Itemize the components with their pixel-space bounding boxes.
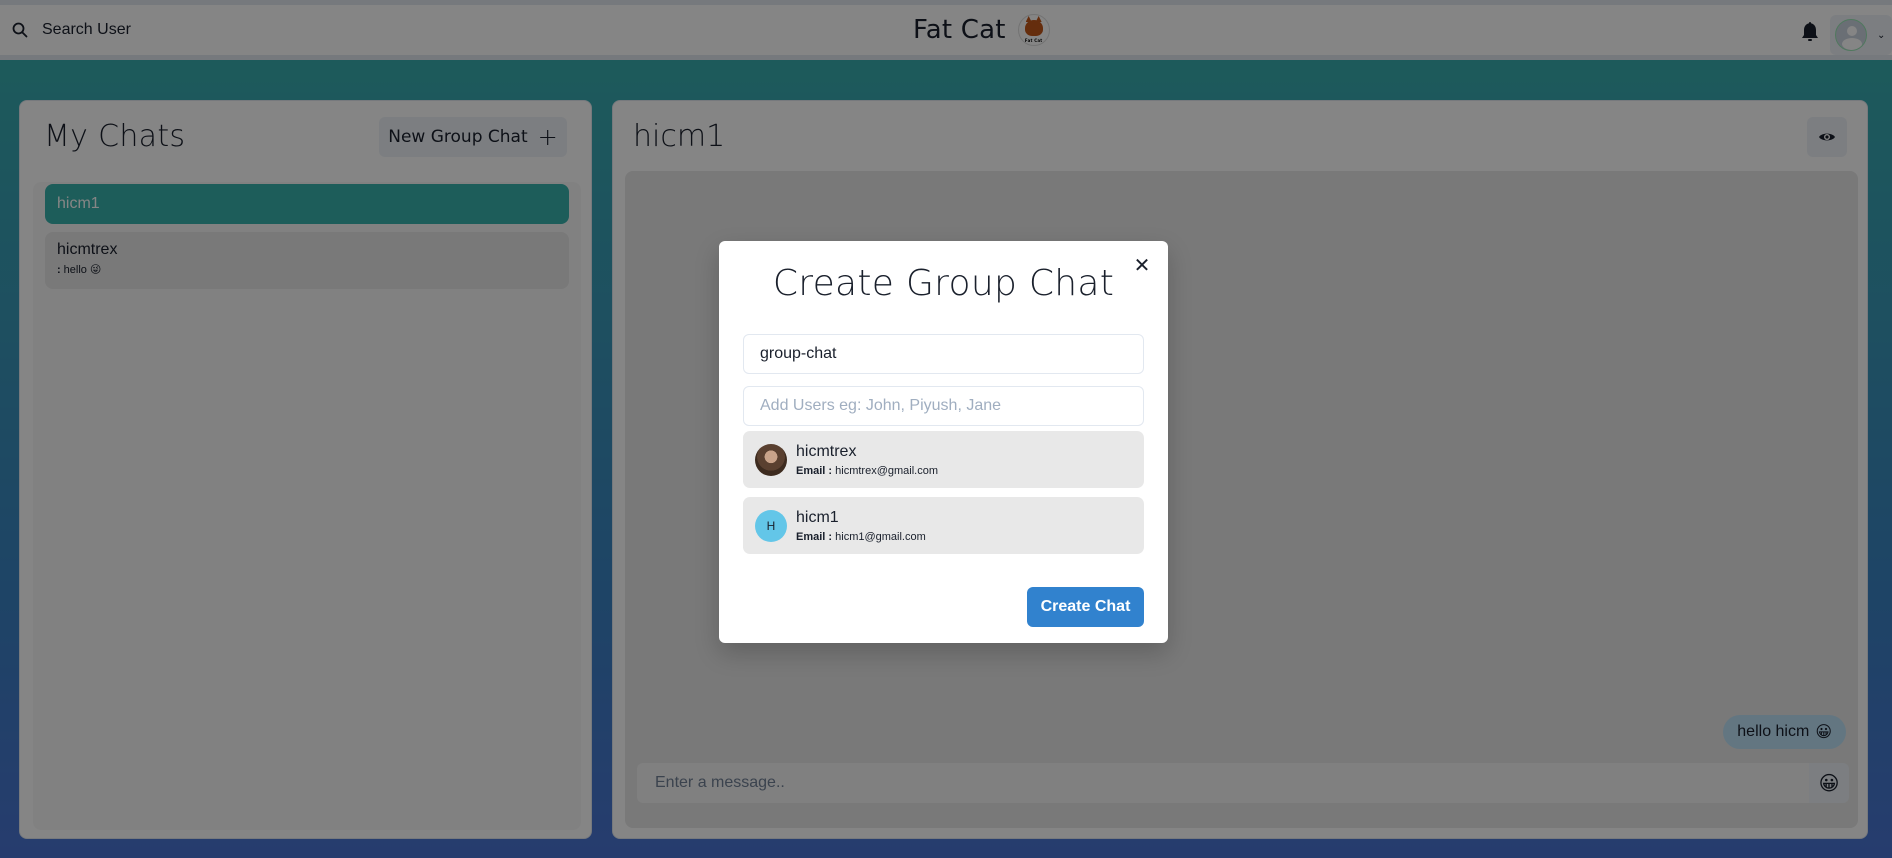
add-users-input[interactable] xyxy=(743,386,1144,426)
user-search-result[interactable]: H hicm1 Email : hicm1@gmail.com xyxy=(743,497,1144,554)
user-search-result[interactable]: hicmtrex Email : hicmtrex@gmail.com xyxy=(743,431,1144,488)
email-label: Email : xyxy=(796,530,833,543)
modal-title: Create Group Chat xyxy=(772,263,1115,304)
email-label: Email : xyxy=(796,464,833,477)
user-email-line: Email : hicm1@gmail.com xyxy=(796,531,926,543)
user-info: hicmtrex Email : hicmtrex@gmail.com xyxy=(796,443,938,477)
user-photo-avatar xyxy=(755,443,787,476)
user-email-line: Email : hicmtrex@gmail.com xyxy=(796,465,938,477)
close-icon[interactable]: ✕ xyxy=(1130,253,1154,277)
chat-name-input[interactable] xyxy=(743,334,1144,374)
user-initial-avatar: H xyxy=(755,509,787,542)
create-chat-button[interactable]: Create Chat xyxy=(1027,587,1144,627)
user-email: hicm1@gmail.com xyxy=(835,530,926,543)
user-email: hicmtrex@gmail.com xyxy=(835,464,938,477)
user-name: hicm1 xyxy=(796,508,839,526)
create-group-chat-modal: Create Group Chat ✕ hicmtrex Email : hic… xyxy=(719,241,1168,643)
user-name: hicmtrex xyxy=(796,442,857,460)
user-info: hicm1 Email : hicm1@gmail.com xyxy=(796,509,926,543)
